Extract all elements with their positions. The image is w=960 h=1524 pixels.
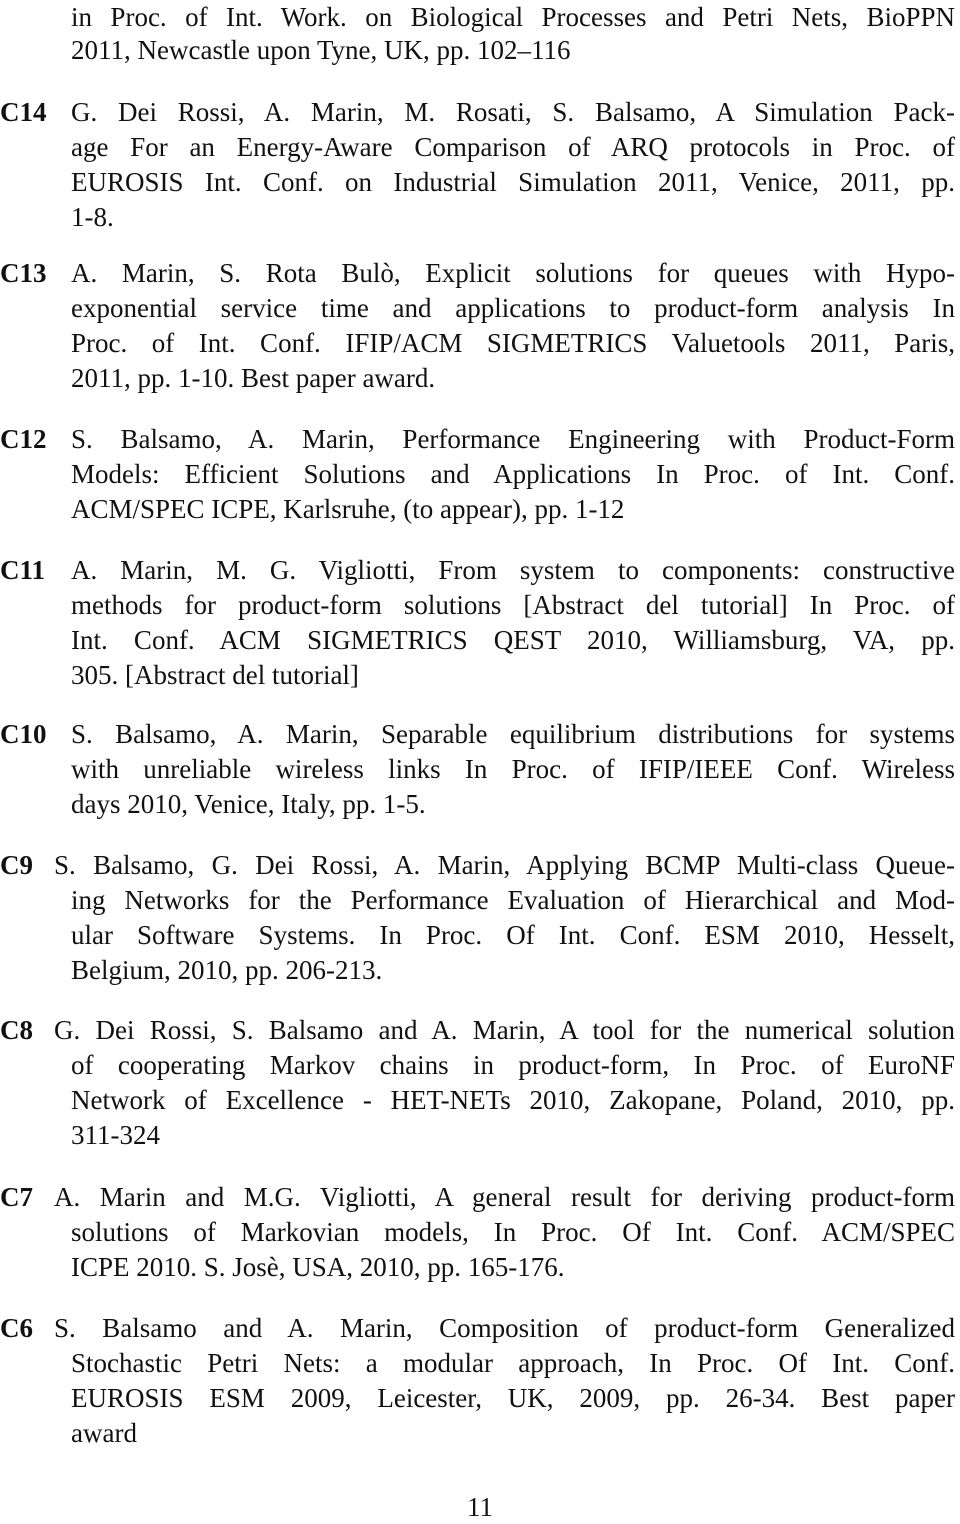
text-line: with unreliable wireless links In Proc. …: [71, 754, 955, 784]
page-number: 11: [467, 1492, 493, 1522]
text-line: G. Dei Rossi, S. Balsamo and A. Marin, A…: [54, 1015, 955, 1045]
text-line: A. Marin and M.G. Vigliotti, A general r…: [54, 1182, 955, 1212]
text-line: S. Balsamo, A. Marin, Separable equilibr…: [71, 719, 955, 749]
text-line: 305. [Abstract del tutorial]: [71, 660, 359, 690]
text-line: Models: Efficient Solutions and Applicat…: [71, 459, 955, 489]
text-line: methods for product-form solutions [Abst…: [71, 590, 955, 620]
text-line: Proc. of Int. Conf. IFIP/ACM SIGMETRICS …: [71, 328, 955, 358]
text-line: 2011, Newcastle upon Tyne, UK, pp. 102–1…: [71, 35, 571, 65]
text-line: 2011, pp. 1-10. Best paper award.: [71, 363, 436, 393]
text-line: EUROSIS ESM 2009, Leicester, UK, 2009, p…: [71, 1383, 955, 1413]
reference-label: C11: [0, 555, 46, 585]
text-line: Network of Excellence - HET-NETs 2010, Z…: [71, 1085, 955, 1115]
text-line: award: [71, 1418, 137, 1448]
text-line: days 2010, Venice, Italy, pp. 1-5.: [71, 789, 426, 819]
reference-label: C8: [0, 1015, 33, 1045]
text-line: Int. Conf. ACM SIGMETRICS QEST 2010, Wil…: [71, 625, 955, 655]
text-line: ICPE 2010. S. Josè, USA, 2010, pp. 165-1…: [71, 1252, 565, 1282]
text-line: S. Balsamo, G. Dei Rossi, A. Marin, Appl…: [54, 850, 955, 880]
text-line: A. Marin, M. G. Vigliotti, From system t…: [71, 555, 955, 585]
text-line: ing Networks for the Performance Evaluat…: [71, 885, 955, 915]
reference-label: C14: [0, 97, 47, 127]
text-line: of cooperating Markov chains in product-…: [71, 1050, 955, 1080]
text-line: S. Balsamo, A. Marin, Performance Engine…: [71, 424, 955, 454]
reference-label: C10: [0, 719, 47, 749]
text-line: solutions of Markovian models, In Proc. …: [71, 1217, 955, 1247]
text-line: G. Dei Rossi, A. Marin, M. Rosati, S. Ba…: [71, 97, 955, 127]
reference-label: C9: [0, 850, 33, 880]
text-line: ular Software Systems. In Proc. Of Int. …: [71, 920, 955, 950]
reference-label: C13: [0, 258, 47, 288]
text-line: in Proc. of Int. Work. on Biological Pro…: [71, 2, 955, 32]
reference-label: C12: [0, 424, 47, 454]
text-line: age For an Energy-Aware Comparison of AR…: [71, 132, 955, 162]
text-line: 1-8.: [71, 202, 114, 232]
text-line: A. Marin, S. Rota Bulò, Explicit solutio…: [71, 258, 955, 288]
reference-label: C6: [0, 1313, 33, 1343]
text-line: ACM/SPEC ICPE, Karlsruhe, (to appear), p…: [71, 494, 625, 524]
text-line: Stochastic Petri Nets: a modular approac…: [71, 1348, 955, 1378]
reference-label: C7: [0, 1182, 33, 1212]
text-line: exponential service time and application…: [71, 293, 955, 323]
text-line: EUROSIS Int. Conf. on Industrial Simulat…: [71, 167, 955, 197]
text-line: 311-324: [71, 1120, 160, 1150]
text-line: S. Balsamo and A. Marin, Composition of …: [54, 1313, 955, 1343]
text-line: Belgium, 2010, pp. 206-213.: [71, 955, 383, 985]
